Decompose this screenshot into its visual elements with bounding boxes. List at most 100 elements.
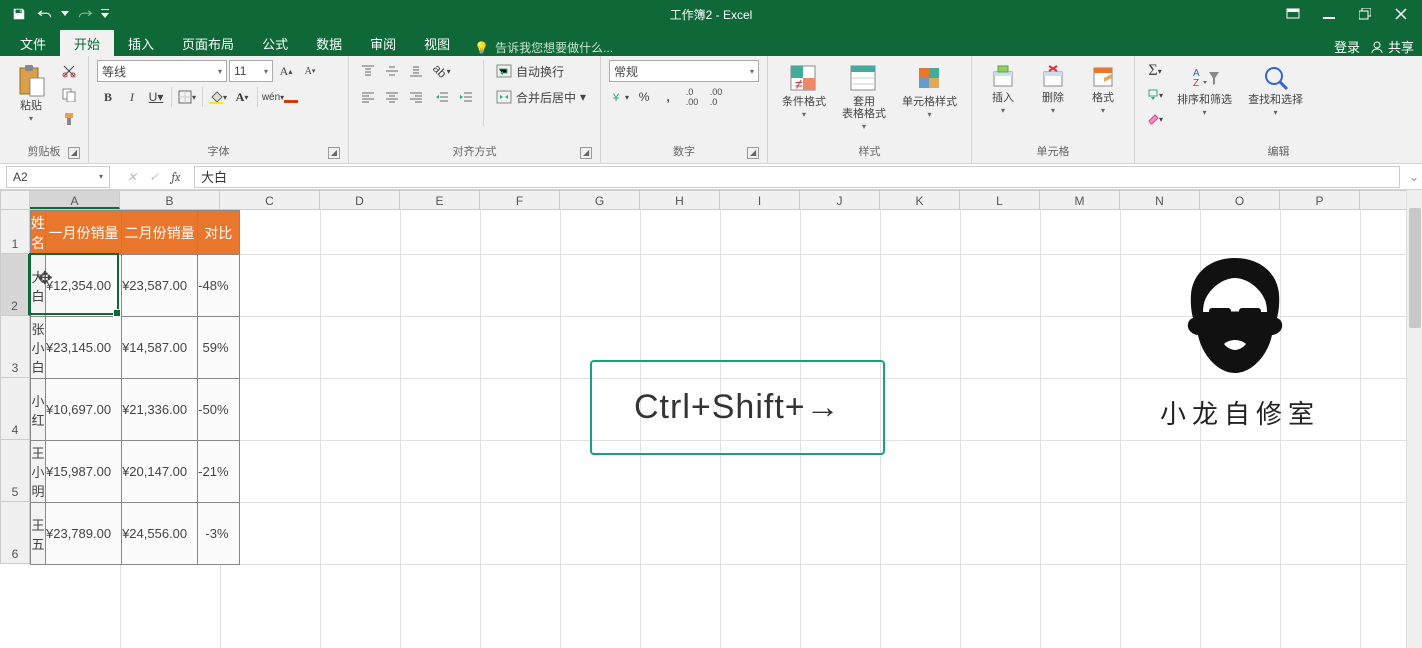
conditional-format-button[interactable]: ≠条件格式▾	[776, 60, 832, 123]
dialog-launcher-icon[interactable]: ◢	[580, 147, 592, 159]
font-name-combo[interactable]: 等线▾	[97, 60, 227, 82]
undo-dropdown-icon[interactable]	[60, 3, 70, 25]
col-header-J[interactable]: J	[800, 191, 880, 209]
qat-customize-icon[interactable]	[100, 3, 110, 25]
col-header-M[interactable]: M	[1040, 191, 1120, 209]
borders-button[interactable]: ▾	[176, 86, 198, 108]
font-color-button[interactable]: A▾	[231, 86, 253, 108]
increase-indent-button[interactable]	[455, 86, 477, 108]
data-table[interactable]: 姓名一月份销量二月份销量对比大白✥¥12,354.00¥23,587.00-48…	[30, 210, 240, 565]
table-row[interactable]: 小红¥10,697.00¥21,336.00-50%	[31, 379, 240, 441]
row-header-3[interactable]: 3	[0, 316, 30, 378]
name-box[interactable]: A2▾	[6, 166, 110, 188]
cell-feb[interactable]: ¥23,587.00	[122, 255, 198, 317]
row-header-2[interactable]: 2	[0, 254, 30, 316]
table-format-button[interactable]: 套用 表格格式▾	[836, 60, 892, 135]
minimize-icon[interactable]	[1312, 3, 1346, 25]
redo-icon[interactable]	[74, 3, 96, 25]
undo-icon[interactable]	[34, 3, 56, 25]
col-header-H[interactable]: H	[640, 191, 720, 209]
tab-视图[interactable]: 视图	[410, 30, 464, 56]
dialog-launcher-icon[interactable]: ◢	[328, 147, 340, 159]
bold-button[interactable]: B	[97, 86, 119, 108]
format-cells-button[interactable]: 格式▾	[1080, 60, 1126, 119]
close-icon[interactable]	[1384, 3, 1418, 25]
tab-文件[interactable]: 文件	[6, 30, 60, 56]
insert-cells-button[interactable]: 插入▾	[980, 60, 1026, 119]
row-header-4[interactable]: 4	[0, 378, 30, 440]
fx-icon[interactable]: fx	[166, 170, 186, 184]
percent-button[interactable]: %	[633, 86, 655, 108]
cell-cmp[interactable]: 59%	[198, 317, 239, 379]
cell-name[interactable]: 张小白	[31, 317, 46, 379]
increase-decimal-button[interactable]: .0.00	[681, 86, 703, 108]
table-row[interactable]: 王小明¥15,987.00¥20,147.00-21%	[31, 441, 240, 503]
cell-cmp[interactable]: -48%	[198, 255, 239, 317]
decrease-decimal-button[interactable]: .00.0	[705, 86, 727, 108]
cell-name[interactable]: 大白✥	[31, 255, 46, 317]
accounting-format-button[interactable]: ¥▾	[609, 86, 631, 108]
tab-开始[interactable]: 开始	[60, 30, 114, 56]
row-header-6[interactable]: 6	[0, 502, 30, 564]
cell-jan[interactable]: ¥15,987.00	[46, 441, 122, 503]
spreadsheet-grid[interactable]: ABCDEFGHIJKLMNOP 123456 姓名一月份销量二月份销量对比大白…	[0, 190, 1422, 648]
orientation-button[interactable]: ab▾	[431, 60, 453, 82]
cancel-formula-icon[interactable]: ✕	[122, 170, 142, 184]
tab-页面布局[interactable]: 页面布局	[168, 30, 248, 56]
col-header-B[interactable]: B	[120, 191, 220, 209]
col-header-N[interactable]: N	[1120, 191, 1200, 209]
cell-name[interactable]: 王五	[31, 503, 46, 565]
cell-cmp[interactable]: -3%	[198, 503, 239, 565]
wrap-text-button[interactable]: 自动换行	[490, 60, 592, 82]
delete-cells-button[interactable]: 删除▾	[1030, 60, 1076, 119]
cut-button[interactable]	[58, 60, 80, 82]
enter-formula-icon[interactable]: ✓	[144, 170, 164, 184]
header-cell[interactable]: 二月份销量	[122, 211, 198, 255]
grow-font-button[interactable]: A▴	[275, 60, 297, 82]
col-header-G[interactable]: G	[560, 191, 640, 209]
tell-me-search[interactable]: 💡 告诉我您想要做什么...	[474, 39, 613, 56]
formula-expand-icon[interactable]: ⌄	[1406, 170, 1422, 184]
copy-button[interactable]	[58, 84, 80, 106]
header-cell[interactable]: 一月份销量	[46, 211, 122, 255]
select-all-corner[interactable]	[0, 190, 30, 210]
italic-button[interactable]: I	[121, 86, 143, 108]
row-header-1[interactable]: 1	[0, 210, 30, 254]
align-left-button[interactable]	[357, 86, 379, 108]
cell-jan[interactable]: ¥12,354.00	[46, 255, 122, 317]
cell-cmp[interactable]: -50%	[198, 379, 239, 441]
fill-color-button[interactable]: ▾	[207, 86, 229, 108]
ribbon-options-icon[interactable]	[1276, 3, 1310, 25]
table-row[interactable]: 大白✥¥12,354.00¥23,587.00-48%	[31, 255, 240, 317]
comma-button[interactable]: ,	[657, 86, 679, 108]
cell-name[interactable]: 王小明	[31, 441, 46, 503]
number-format-combo[interactable]: 常规▾	[609, 60, 759, 82]
paste-button[interactable]: 粘贴▾	[8, 60, 54, 127]
cell-style-button[interactable]: 单元格样式▾	[896, 60, 963, 123]
cell-jan[interactable]: ¥10,697.00	[46, 379, 122, 441]
align-bottom-button[interactable]	[405, 60, 427, 82]
cell-feb[interactable]: ¥14,587.00	[122, 317, 198, 379]
table-row[interactable]: 张小白¥23,145.00¥14,587.0059%	[31, 317, 240, 379]
col-header-P[interactable]: P	[1280, 191, 1360, 209]
header-cell[interactable]: 姓名	[31, 211, 46, 255]
scroll-thumb[interactable]	[1409, 208, 1421, 328]
cell-jan[interactable]: ¥23,789.00	[46, 503, 122, 565]
tab-公式[interactable]: 公式	[248, 30, 302, 56]
login-link[interactable]: 登录	[1334, 37, 1360, 56]
vertical-scrollbar[interactable]	[1406, 190, 1422, 648]
restore-icon[interactable]	[1348, 3, 1382, 25]
font-size-combo[interactable]: 11▾	[229, 60, 273, 82]
shrink-font-button[interactable]: A▾	[299, 60, 321, 82]
col-header-C[interactable]: C	[220, 191, 320, 209]
col-header-D[interactable]: D	[320, 191, 400, 209]
sort-filter-button[interactable]: AZ排序和筛选▾	[1171, 60, 1238, 121]
header-cell[interactable]: 对比	[198, 211, 239, 255]
format-painter-button[interactable]	[58, 108, 80, 130]
merge-center-button[interactable]: 合并后居中 ▾	[490, 86, 592, 108]
table-row[interactable]: 王五¥23,789.00¥24,556.00-3%	[31, 503, 240, 565]
clear-button[interactable]: ▾	[1143, 108, 1167, 130]
tab-审阅[interactable]: 审阅	[356, 30, 410, 56]
underline-button[interactable]: U ▾	[145, 86, 167, 108]
col-header-E[interactable]: E	[400, 191, 480, 209]
